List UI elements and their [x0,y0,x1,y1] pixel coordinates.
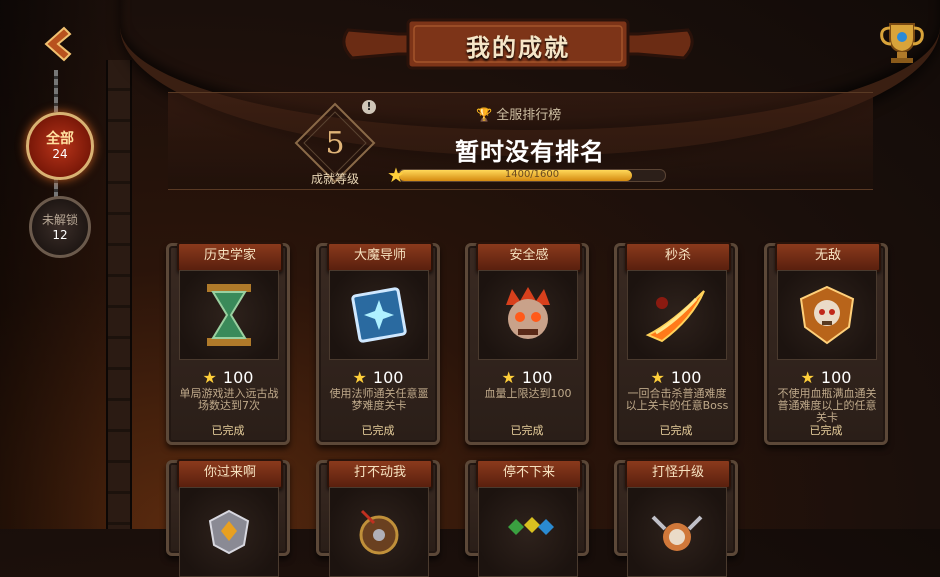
gem-cluster-icon [508,517,554,535]
server-rank-label: 全服排行榜 [496,108,562,123]
achievement-level: 5 [325,126,345,161]
card-image [329,487,429,577]
stone-pillar [106,60,132,529]
card-image [627,270,727,360]
achievement-name: 打不动我 [327,459,433,489]
achievement-name: 你过来啊 [177,459,283,489]
achievement-name: 历史学家 [177,242,283,272]
achievement-points: ★ 100 [767,368,885,387]
points-value: 100 [222,368,254,387]
achievement-points: ★ 100 [468,368,586,387]
achievement-name: 大魔导师 [327,242,433,272]
round-shield-icon [359,509,399,555]
hourglass-icon [207,284,251,346]
chain [54,70,58,114]
achievement-status: 已完成 [361,424,395,437]
achievement-points: ★ 100 [169,368,287,387]
achievement-desc: 一回合击杀普通难度以上关卡的任意Boss [625,387,729,412]
page-title: 我的成就 [466,34,570,62]
monster-skull-icon [506,287,550,339]
card-image [627,487,727,577]
star-icon: ★ [202,368,217,387]
card-image [179,270,279,360]
achievement-desc: 血量上限达到100 [484,387,572,400]
star-icon: ★ [650,368,665,387]
points-value: 100 [670,368,702,387]
achievement-card[interactable]: 秒杀 ★ 100 一回合击杀普通难度以上关卡的任意Boss 已完成 [614,242,738,445]
card-image [478,487,578,577]
filter-locked-button[interactable]: 未解锁 12 [29,196,91,258]
star-icon: ★ [800,368,815,387]
skull-shield-icon [799,285,855,345]
info-icon[interactable]: ! [362,100,376,114]
filter-all-count: 24 [52,147,68,161]
achievement-card[interactable]: 打怪升级 [614,459,738,577]
gem-shield-icon [208,509,250,555]
achievement-name: 无敌 [775,242,881,272]
filter-locked-label: 未解锁 [41,213,78,227]
star-icon: ★ [387,163,405,187]
achievement-status: 已完成 [809,424,843,437]
achievement-desc: 单局游戏进入远古战场数达到7次 [179,387,279,412]
achievement-card[interactable]: 你过来啊 [166,459,290,577]
achievement-progress-bar: 1400/1600 [398,169,666,182]
card-image [777,270,877,360]
flaming-blade-icon [645,290,705,343]
achievement-card[interactable]: 停不下来 [465,459,589,577]
progress-text: 1400/1600 [504,169,560,180]
filter-all-label: 全部 [46,131,74,147]
back-button[interactable] [36,22,80,66]
achievement-level-label: 成就等级 [310,172,359,186]
filter-locked-count: 12 [52,228,68,242]
achievement-desc: 不使用血瓶满血通关普通难度以上的任意关卡 [777,387,877,424]
card-image [179,487,279,577]
horned-skull-icon [651,515,703,551]
points-value: 100 [820,368,852,387]
achievement-name: 打怪升级 [625,459,731,489]
trophy-button[interactable] [876,18,928,66]
achievement-card[interactable]: 历史学家 ★ 100 单局游戏进入远古战场数达到7次 已完成 [166,242,290,445]
trophy-icon [880,23,924,63]
achievement-points: ★ 100 [319,368,437,387]
achievement-card[interactable]: 打不动我 [316,459,440,577]
achievement-points: ★ 100 [617,368,735,387]
back-arrow-icon [44,26,72,62]
achievement-status: 已完成 [211,424,245,437]
cup-icon: 🏆 [476,108,493,123]
star-icon: ★ [352,368,367,387]
card-image [478,270,578,360]
points-value: 100 [372,368,404,387]
achievement-desc: 使用法师通关任意噩梦难度关卡 [329,387,429,412]
achievement-card[interactable]: 无敌 ★ 100 不使用血瓶满血通关普通难度以上的任意关卡 已完成 [764,242,888,445]
achievement-name: 安全感 [476,242,582,272]
title-banner: 我的成就 [338,14,698,76]
achievement-card[interactable]: 大魔导师 ★ 100 使用法师通关任意噩梦难度关卡 已完成 [316,242,440,445]
filter-all-button[interactable]: 全部 24 [26,112,94,180]
achievement-status: 已完成 [510,424,544,437]
rank-status: 暂时没有排名 [455,138,605,166]
achievement-name: 秒杀 [625,242,731,272]
achievement-name: 停不下来 [476,459,582,489]
spellbook-icon [351,287,407,343]
server-rank-link[interactable]: 🏆 全服排行榜 [476,104,561,123]
achievement-status: 已完成 [659,424,693,437]
points-value: 100 [521,368,553,387]
achievement-card[interactable]: 安全感 ★ 100 血量上限达到100 已完成 [465,242,589,445]
card-image [329,270,429,360]
star-icon: ★ [501,368,516,387]
